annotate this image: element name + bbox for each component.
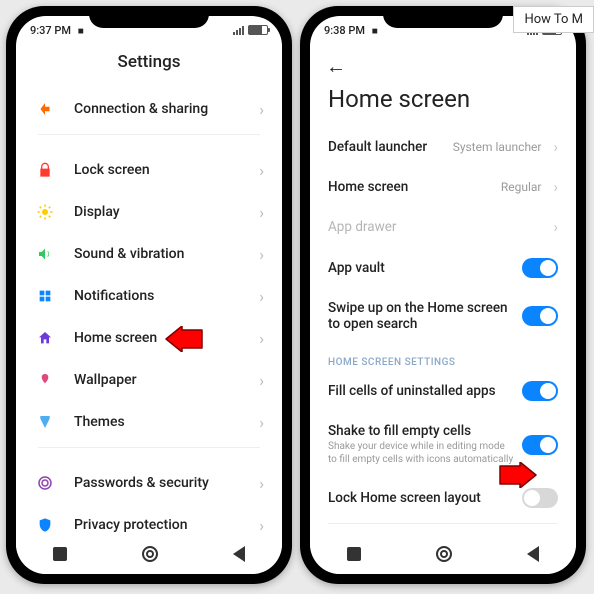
callout-arrow-right bbox=[498, 462, 538, 488]
phone-right: 9:38 PM ■ ← Home screen Default launcher… bbox=[300, 6, 586, 584]
row-label: Home screen bbox=[328, 179, 493, 195]
row-notifications[interactable]: Notifications › bbox=[24, 275, 274, 317]
row-label: Lock Home screen layout bbox=[328, 490, 514, 506]
row-app-drawer: App drawer › bbox=[310, 207, 576, 247]
chevron-right-icon: › bbox=[553, 138, 558, 156]
notch bbox=[383, 6, 503, 28]
row-label: Wallpaper bbox=[74, 372, 259, 388]
nav-home-button[interactable] bbox=[142, 546, 158, 562]
nav-recent-button[interactable] bbox=[347, 547, 361, 561]
camera-icon: ■ bbox=[78, 26, 84, 37]
toggle-shake-fill[interactable] bbox=[522, 435, 558, 455]
nav-bar bbox=[16, 534, 282, 574]
row-label: Privacy protection bbox=[74, 517, 259, 533]
chevron-right-icon: › bbox=[259, 371, 264, 390]
themes-icon bbox=[34, 411, 56, 433]
page-title: Home screen bbox=[310, 83, 576, 127]
chevron-right-icon: › bbox=[259, 245, 264, 264]
row-label: Sound & vibration bbox=[74, 246, 259, 262]
battery-icon bbox=[248, 25, 268, 35]
camera-icon: ■ bbox=[372, 26, 378, 37]
callout-arrow-left bbox=[164, 326, 204, 352]
nav-back-button[interactable] bbox=[527, 546, 539, 562]
sun-icon bbox=[34, 201, 56, 223]
row-swipe-up-search[interactable]: Swipe up on the Home screen to open sear… bbox=[310, 289, 576, 343]
nav-recent-button[interactable] bbox=[53, 547, 67, 561]
row-label: App vault bbox=[328, 260, 514, 276]
chevron-right-icon: › bbox=[553, 218, 558, 236]
row-label: Display bbox=[74, 204, 259, 220]
row-label: Default launcher bbox=[328, 139, 445, 155]
share-icon bbox=[34, 98, 56, 120]
row-subtext: Shake your device while in editing mode … bbox=[328, 441, 514, 466]
row-app-vault[interactable]: App vault bbox=[310, 247, 576, 289]
chevron-right-icon: › bbox=[259, 413, 264, 432]
row-default-launcher[interactable]: Default launcher System launcher › bbox=[310, 127, 576, 167]
row-label: Shake to fill empty cells bbox=[328, 423, 514, 439]
toggle-swipe-search[interactable] bbox=[522, 306, 558, 326]
chevron-right-icon: › bbox=[259, 516, 264, 535]
toggle-fill-cells[interactable] bbox=[522, 381, 558, 401]
phone-left: 9:37 PM ■ Settings Connection & sharing … bbox=[6, 6, 292, 584]
chevron-right-icon: › bbox=[259, 161, 264, 180]
chevron-right-icon: › bbox=[259, 100, 264, 119]
row-fill-cells[interactable]: Fill cells of uninstalled apps bbox=[310, 370, 576, 412]
nav-home-button[interactable] bbox=[436, 546, 452, 562]
status-time: 9:37 PM bbox=[30, 24, 71, 37]
toggle-lock-layout[interactable] bbox=[522, 488, 558, 508]
status-time: 9:38 PM bbox=[324, 24, 365, 37]
row-themes[interactable]: Themes › bbox=[24, 401, 274, 443]
notch bbox=[89, 6, 209, 28]
section-header: HOME SCREEN SETTINGS bbox=[310, 343, 576, 370]
signal-icon bbox=[233, 25, 244, 35]
overlay-label: How To M bbox=[513, 6, 594, 33]
chevron-right-icon: › bbox=[259, 287, 264, 306]
chevron-right-icon: › bbox=[259, 474, 264, 493]
row-label: Notifications bbox=[74, 288, 259, 304]
row-label: App drawer bbox=[328, 219, 545, 235]
home-icon bbox=[34, 327, 56, 349]
row-home-screen-mode[interactable]: Home screen Regular › bbox=[310, 167, 576, 207]
notifications-icon bbox=[34, 285, 56, 307]
row-value: System launcher bbox=[453, 140, 542, 154]
chevron-right-icon: › bbox=[553, 178, 558, 196]
row-value: Regular bbox=[501, 180, 542, 194]
row-sound-vibration[interactable]: Sound & vibration › bbox=[24, 233, 274, 275]
page-title: Settings bbox=[16, 44, 282, 88]
row-label: Swipe up on the Home screen to open sear… bbox=[328, 300, 514, 332]
speaker-icon bbox=[34, 243, 56, 265]
nav-bar bbox=[310, 534, 576, 574]
lock-icon bbox=[34, 159, 56, 181]
chevron-right-icon: › bbox=[259, 203, 264, 222]
row-label: Passwords & security bbox=[74, 475, 259, 491]
back-button[interactable]: ← bbox=[326, 54, 346, 78]
row-label: Lock screen bbox=[74, 162, 259, 178]
fingerprint-icon bbox=[34, 472, 56, 494]
row-home-screen[interactable]: Home screen › bbox=[24, 317, 274, 359]
nav-back-button[interactable] bbox=[233, 546, 245, 562]
shield-icon bbox=[34, 514, 56, 536]
row-label: Fill cells of uninstalled apps bbox=[328, 383, 514, 399]
row-label: Connection & sharing bbox=[74, 101, 259, 117]
row-wallpaper[interactable]: Wallpaper › bbox=[24, 359, 274, 401]
row-display[interactable]: Display › bbox=[24, 191, 274, 233]
row-label: Themes bbox=[74, 414, 259, 430]
row-passwords-security[interactable]: Passwords & security › bbox=[24, 462, 274, 504]
chevron-right-icon: › bbox=[259, 329, 264, 348]
row-connection-sharing[interactable]: Connection & sharing › bbox=[24, 88, 274, 130]
row-lock-screen[interactable]: Lock screen › bbox=[24, 149, 274, 191]
toggle-app-vault[interactable] bbox=[522, 258, 558, 278]
wallpaper-icon bbox=[34, 369, 56, 391]
